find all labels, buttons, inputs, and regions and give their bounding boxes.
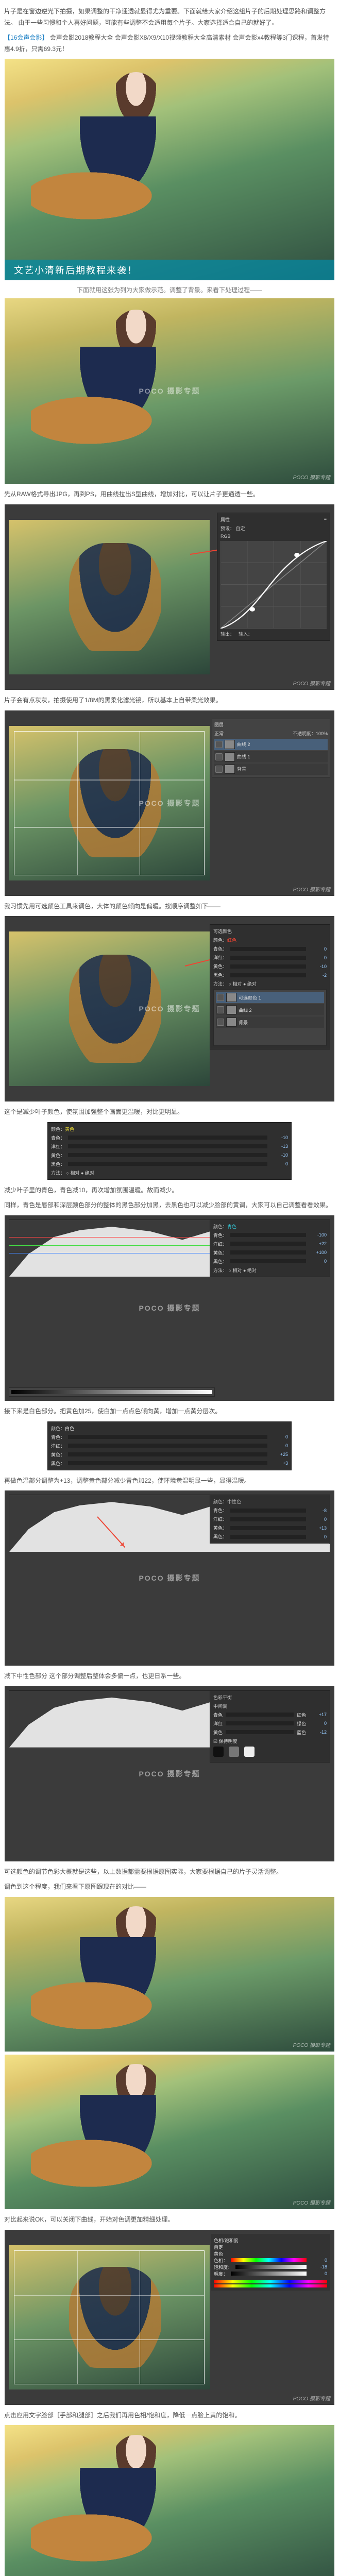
ps-color-balance: 色彩平衡 中间调 青色红色+17 洋红绿色0 黄色蓝色-12 ☑ 保持明度 PO… <box>5 1686 334 1861</box>
watermark-corner: POCO 摄影专题 <box>293 2198 330 2206</box>
step1-text: 先从RAW格式导出JPG，再到PS，用曲线拉出S型曲线，增加对比，可以让片子更通… <box>4 489 335 500</box>
intro-text: 片子是在窗边逆光下拍摄，如果调整的干净通透就显得尤为重要。下面就给大家介绍这组片… <box>4 6 335 28</box>
selective-color-neutral[interactable]: 颜色：中性色 青色：-8 洋红：0 黄色：+13 黑色：0 <box>210 1495 330 1544</box>
menu-icon[interactable]: ≡ <box>324 516 327 523</box>
layer-item[interactable]: 背景 <box>214 764 328 775</box>
hero-title-bar: 文艺小清新后期教程来袭！ <box>5 260 334 280</box>
step3-text: 我习惯先用可选颜色工具来调色，大体的颜色倾向是偏暖。按顺序调整如下—— <box>4 901 335 912</box>
eye-icon[interactable] <box>215 766 223 773</box>
sc-target[interactable]: 红色 <box>227 938 236 943</box>
eye-icon[interactable] <box>215 741 223 748</box>
layer-item[interactable]: 可选颜色 1 <box>216 992 324 1003</box>
hero-subtitle: 下面就用这张为列为大家做示范。调整了背景。来看下处理过程—— <box>4 285 335 294</box>
sc-colors-label: 颜色： <box>213 938 227 943</box>
sc-target[interactable]: 黄色 <box>65 1127 74 1132</box>
blend-mode[interactable]: 正常 <box>214 730 224 737</box>
ps-crop-panel: 图层 正常 不透明度：100% 曲线 2 曲线 1 背景 POCO 摄影专题 P… <box>5 710 334 896</box>
photo-adjusted: POCO 摄影专题 <box>5 2425 334 2576</box>
preset-label: 预设： <box>221 526 234 531</box>
watermark-corner: POCO 摄影专题 <box>293 679 330 687</box>
before-after-text: 调色到这个程度，我们来看下原图跟现在的对比—— <box>4 1882 335 1893</box>
selective-color-cyan[interactable]: 颜色：青色 青色：-100 洋红：+22 黄色：+100 黑色：0 方法： ○ … <box>210 1219 330 1277</box>
out-label: 输出： <box>221 632 234 637</box>
opacity-val[interactable]: 100% <box>316 731 328 736</box>
selective-color-yellow[interactable]: 颜色：黄色 青色：-10 洋红：-13 黄色：-10 黑色：0 方法： ○ 相对… <box>47 1122 292 1180</box>
sc-target[interactable]: 中性色 <box>227 1499 241 1504</box>
selective-color-panel[interactable]: 可选颜色 颜色：红色 青色：0 洋红：0 黄色：-10 黑色：-2 方法： ○ … <box>210 924 330 1049</box>
step6-text: 同样，青色是唇部和深层颜色部分的整体的黑色部分加黑，去黑色也可以减少脸部的黄调，… <box>4 1200 335 1211</box>
in-label: 输入： <box>239 632 252 637</box>
promo-tag[interactable]: 【16会声会影】 <box>4 34 48 41</box>
step5-text: 减少叶子里的青色，青色减10，再次增加氛围温暖。故而减少。 <box>4 1185 335 1196</box>
watermark: POCO 摄影专题 <box>139 1573 200 1583</box>
step10-text: 可选颜色的调节色彩大概就是这些，以上数据都需要根据原图实际，大家要根据自己的片子… <box>4 1867 335 1878</box>
layer-item[interactable]: 曲线 1 <box>214 751 328 762</box>
step4-text: 这个是减少叶子颜色，使氛围加强整个画面更温暖，对比更明显。 <box>4 1107 335 1118</box>
sc-title: 可选颜色 <box>213 928 327 935</box>
sample-photo: POCO 摄影专题 POCO 摄影专题 <box>5 298 334 484</box>
preset-val[interactable]: 自定 <box>236 526 245 531</box>
watermark: POCO 摄影专题 <box>139 1769 200 1779</box>
eye-icon[interactable] <box>215 753 223 760</box>
layer-list: 曲线 2 曲线 1 背景 <box>214 739 328 775</box>
watermark-corner: POCO 摄影专题 <box>293 473 330 481</box>
step7-text: 接下来是白色部分。把黄色加25，使白加一点点色倾向黄，增加一点黄分层次。 <box>4 1406 335 1417</box>
ps-curves-panel: 属性 ≡ 预设： 自定 RGB 输出： <box>5 504 334 690</box>
step8-text: 再做色温部分调整为+13，调整黄色部分减少青色加22，使环境黄温明显一些，显得温… <box>4 1476 335 1487</box>
ps-selective-color-1: 可选颜色 颜色：红色 青色：0 洋红：0 黄色：-10 黑色：-2 方法： ○ … <box>5 916 334 1101</box>
watermark-corner: POCO 摄影专题 <box>293 885 330 893</box>
selective-color-white[interactable]: 颜色：白色 青色：0 洋红：0 黄色：+25 黑色：+3 <box>47 1421 292 1470</box>
ps-hsl-panel: 色相/饱和度 自定 黄色 色相：0 饱和度：-18 明度：0 POCO 摄影专题 <box>5 2230 334 2405</box>
step11-text: 对比起来说OK，可以关闭下曲线，开始对色调更加精细处理。 <box>4 2214 335 2226</box>
step9-text: 减下中性色部分 这个部分调整后整体会多偏一点，也更日系一些。 <box>4 1671 335 1682</box>
opacity-label: 不透明度： <box>293 731 316 736</box>
promo-text: 【16会声会影】 会声会影2018教程大全 会声会影X8/X9/X10视频教程大… <box>4 32 335 55</box>
layer-item[interactable]: 曲线 2 <box>214 739 328 750</box>
curves-panel-title: 属性 <box>221 516 230 523</box>
curves-properties[interactable]: 属性 ≡ 预设： 自定 RGB 输出： <box>217 513 330 641</box>
hero-image: 文艺小清新后期教程来袭！ <box>5 59 334 280</box>
sc-method[interactable]: 方法： ○ 相对 ● 绝对 <box>213 980 327 987</box>
sc-target[interactable]: 白色 <box>65 1426 74 1431</box>
promo-body: 会声会影2018教程大全 会声会影X8/X9/X10视频教程大全高清素材 会声会… <box>4 34 329 53</box>
layer-item[interactable]: 曲线 2 <box>216 1004 324 1015</box>
watermark: POCO 摄影专题 <box>139 798 200 808</box>
photo-before: POCO 摄影专题 <box>5 1897 334 2052</box>
step2-text: 片子会有点灰灰，拍摄使用了1/8M的黑柔化滤光镜，所以基本上自带柔光效果。 <box>4 695 335 706</box>
color-balance-panel[interactable]: 色彩平衡 中间调 青色红色+17 洋红绿色0 黄色蓝色-12 ☑ 保持明度 <box>210 1690 330 1762</box>
hsl-properties[interactable]: 色相/饱和度 自定 黄色 色相：0 饱和度：-18 明度：0 <box>211 2234 330 2291</box>
watermark: POCO 摄影专题 <box>139 1303 200 1313</box>
layer-item[interactable]: 背景 <box>216 1016 324 1028</box>
layers-panel-title: 图层 <box>214 721 328 728</box>
photo-after: POCO 摄影专题 <box>5 2055 334 2209</box>
watermark-corner: POCO 摄影专题 <box>293 2041 330 2048</box>
watermark-corner: POCO 摄影专题 <box>293 2394 330 2402</box>
watermark: POCO 摄影专题 <box>139 1004 200 1014</box>
step12-text: 点击应用文字脸部［手部和腿部］之后我们再用色相/饱和度，降低一点脸上黄的饱和。 <box>4 2410 335 2421</box>
curves-channel[interactable]: RGB <box>221 534 327 539</box>
ps-histogram-2: 颜色：中性色 青色：-8 洋红：0 黄色：+13 黑色：0 POCO 摄影专题 <box>5 1490 334 1666</box>
ps-histogram-1: 颜色：青色 青色：-100 洋红：+22 黄色：+100 黑色：0 方法： ○ … <box>5 1215 334 1401</box>
sc-target[interactable]: 青色 <box>227 1224 236 1229</box>
watermark: POCO 摄影专题 <box>139 386 200 396</box>
